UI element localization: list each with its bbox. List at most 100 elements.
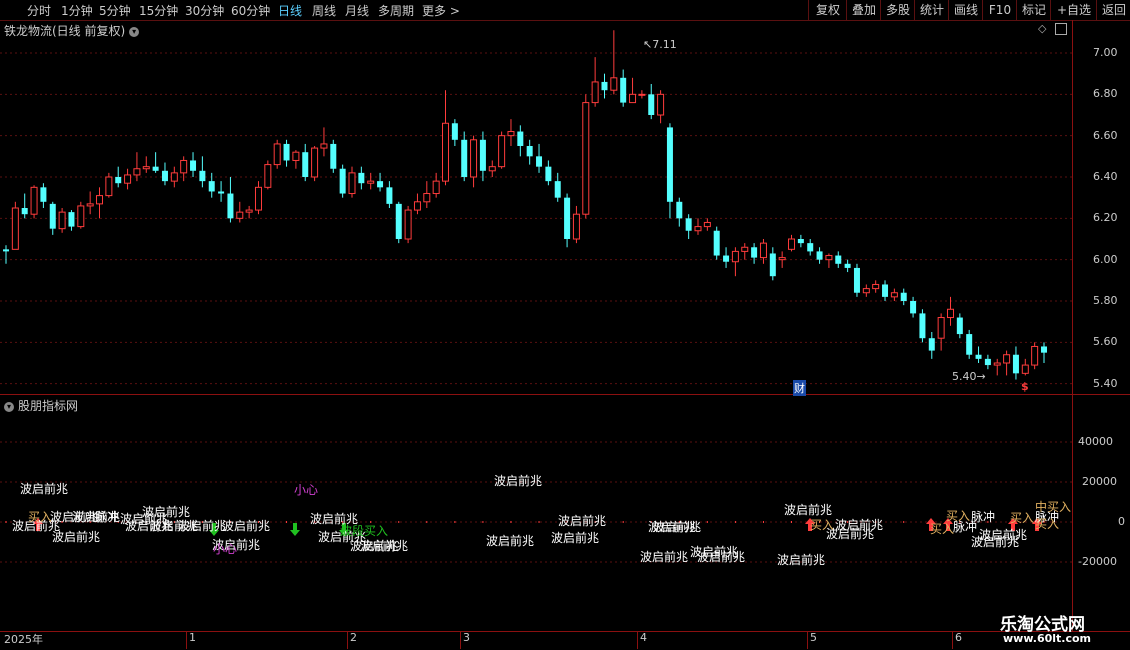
period-tab-2[interactable]: 5分钟 — [99, 2, 131, 19]
candle[interactable] — [882, 280, 889, 301]
candle[interactable] — [3, 245, 9, 264]
candle[interactable] — [40, 183, 47, 208]
candle[interactable] — [68, 210, 75, 231]
signal-label[interactable]: 波启前兆 — [777, 551, 825, 568]
candle[interactable] — [442, 90, 450, 186]
candle[interactable] — [572, 205, 580, 244]
candle[interactable] — [49, 201, 56, 235]
toolbar-button-2[interactable]: 多股 — [880, 0, 915, 20]
candle[interactable] — [769, 247, 776, 281]
candle[interactable] — [591, 57, 599, 107]
candle[interactable] — [190, 152, 197, 177]
toolbar-button-1[interactable]: 叠加 — [846, 0, 881, 20]
dollar-event-marker[interactable]: $ — [1021, 380, 1029, 393]
candle[interactable] — [498, 131, 506, 169]
toolbar-button-0[interactable]: 复权 — [808, 0, 847, 20]
candle[interactable] — [620, 69, 627, 107]
candle[interactable] — [470, 135, 478, 188]
candle[interactable] — [984, 354, 991, 370]
candle[interactable] — [413, 193, 421, 215]
candlestick-chart[interactable] — [0, 22, 1072, 394]
candle[interactable] — [1031, 342, 1039, 370]
candle[interactable] — [731, 247, 739, 277]
candle[interactable] — [536, 143, 543, 173]
signal-label[interactable]: 波启前兆 — [52, 528, 100, 545]
toolbar-button-6[interactable]: 标记 — [1016, 0, 1051, 20]
candle[interactable] — [432, 172, 440, 198]
candle[interactable] — [311, 146, 319, 182]
candle[interactable] — [629, 77, 637, 104]
candle[interactable] — [657, 90, 665, 124]
candle[interactable] — [404, 205, 412, 244]
candle[interactable] — [862, 284, 870, 297]
candle[interactable] — [21, 193, 28, 219]
period-tab-9[interactable]: 多周期 — [378, 2, 414, 19]
candle[interactable] — [451, 119, 458, 146]
candle[interactable] — [302, 143, 309, 182]
candle[interactable] — [367, 172, 375, 190]
signal-label[interactable]: 脉冲 — [95, 508, 119, 525]
candle[interactable] — [339, 164, 346, 198]
candle[interactable] — [666, 123, 673, 219]
candle[interactable] — [816, 247, 823, 264]
candle[interactable] — [86, 191, 94, 215]
candle[interactable] — [900, 288, 907, 306]
candle[interactable] — [778, 251, 786, 268]
candle[interactable] — [694, 218, 702, 235]
signal-label[interactable]: 波启前兆 — [640, 548, 688, 565]
candle[interactable] — [348, 166, 356, 198]
toolbar-button-7[interactable]: +自选 — [1050, 0, 1097, 20]
candle[interactable] — [330, 139, 337, 173]
period-tab-10[interactable]: 更多 > — [422, 2, 460, 19]
candle[interactable] — [115, 166, 122, 188]
signal-label[interactable]: 波启前兆 — [653, 518, 701, 535]
signal-label[interactable]: 波启前兆 — [697, 548, 745, 565]
candle[interactable] — [133, 152, 141, 182]
candle[interactable] — [479, 131, 486, 182]
candle[interactable] — [946, 296, 954, 326]
candle[interactable] — [96, 187, 104, 219]
signal-label[interactable]: 波启前兆 — [20, 480, 68, 497]
candle[interactable] — [77, 201, 85, 229]
candle[interactable] — [11, 201, 19, 250]
candle[interactable] — [218, 181, 225, 202]
period-tab-5[interactable]: 60分钟 — [231, 2, 270, 19]
candle[interactable] — [545, 160, 552, 186]
candle[interactable] — [124, 168, 132, 190]
candle[interactable] — [797, 234, 804, 248]
candle[interactable] — [1021, 358, 1029, 376]
candle[interactable] — [1003, 350, 1011, 376]
toolbar-button-8[interactable]: 返回 — [1096, 0, 1130, 20]
signal-label[interactable]: 波启前兆 — [971, 533, 1019, 550]
candle[interactable] — [853, 263, 860, 297]
candle[interactable] — [928, 332, 935, 359]
candle[interactable] — [956, 313, 963, 339]
candle[interactable] — [872, 280, 880, 293]
toolbar-button-5[interactable]: F10 — [982, 0, 1017, 20]
period-tab-6[interactable]: 日线 — [278, 2, 302, 19]
period-tab-0[interactable]: 分时 — [27, 2, 51, 19]
candle[interactable] — [564, 193, 571, 248]
finance-event-marker[interactable]: 财 — [793, 380, 806, 396]
candle[interactable] — [273, 139, 281, 169]
signal-label[interactable]: 波启前兆 — [558, 512, 606, 529]
candle[interactable] — [227, 177, 234, 223]
candle[interactable] — [582, 94, 590, 219]
signal-label[interactable]: 波启前兆 — [826, 525, 874, 542]
candle[interactable] — [105, 172, 113, 198]
period-tab-7[interactable]: 周线 — [312, 2, 336, 19]
candle[interactable] — [30, 185, 38, 219]
candle[interactable] — [386, 181, 393, 208]
candle[interactable] — [395, 201, 402, 244]
candle[interactable] — [966, 329, 973, 359]
period-tab-3[interactable]: 15分钟 — [139, 2, 178, 19]
candle[interactable] — [320, 127, 328, 157]
candle[interactable] — [358, 166, 365, 190]
candle[interactable] — [638, 90, 646, 99]
candle[interactable] — [208, 172, 215, 198]
candle[interactable] — [975, 346, 982, 363]
candle[interactable] — [488, 160, 496, 177]
candle[interactable] — [937, 313, 945, 351]
candle[interactable] — [507, 119, 515, 146]
candle[interactable] — [751, 243, 758, 264]
